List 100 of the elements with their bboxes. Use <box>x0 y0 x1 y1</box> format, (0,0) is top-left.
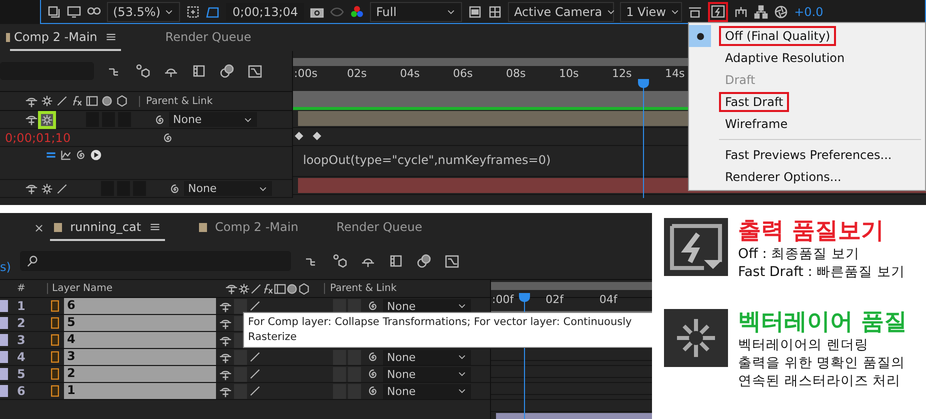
aperture-icon[interactable] <box>774 4 788 18</box>
label-swatch[interactable] <box>0 334 8 346</box>
pick-whip-icon[interactable] <box>367 351 379 363</box>
switch-box[interactable] <box>333 350 346 364</box>
menu-item[interactable]: Off (Final Quality) <box>719 26 836 46</box>
quality-slash-icon[interactable] <box>250 282 262 294</box>
exposure-value[interactable]: +0.0 <box>794 4 824 18</box>
solo-switch-icon[interactable] <box>225 282 238 295</box>
quality-slash-icon[interactable] <box>249 385 261 397</box>
monitor-icon[interactable] <box>67 4 81 18</box>
play-icon[interactable] <box>90 149 102 161</box>
transparency-grid-icon[interactable] <box>488 4 502 18</box>
switch-box[interactable] <box>234 366 247 382</box>
menu-item[interactable]: Adaptive Resolution <box>719 48 851 68</box>
quality-switch[interactable] <box>41 114 53 126</box>
switch-box[interactable] <box>348 350 361 364</box>
switch-box[interactable] <box>348 298 361 314</box>
keyframe-marker[interactable] <box>294 132 304 140</box>
film-icon[interactable] <box>274 282 286 294</box>
graph-icon[interactable] <box>445 254 459 268</box>
panel-tab[interactable]: Render Queue <box>161 24 256 50</box>
graph-icon[interactable] <box>248 64 262 78</box>
layer-name[interactable]: 3 <box>64 349 216 365</box>
parent-dropdown[interactable]: None <box>383 350 471 364</box>
label-swatch[interactable] <box>0 351 8 363</box>
pick-whip-icon[interactable] <box>169 182 181 194</box>
frame-blend-icon[interactable] <box>192 64 206 78</box>
quality-switch-icon[interactable] <box>238 282 250 294</box>
quality-slash-icon[interactable] <box>249 351 261 363</box>
expression-text[interactable]: loopOut(type="cycle",numKeyframes=0) <box>303 153 551 167</box>
view-layout-dropdown[interactable]: 1 View <box>620 2 682 22</box>
quality-slash-icon[interactable] <box>56 182 68 194</box>
layer-name[interactable]: 6 <box>64 298 216 314</box>
pick-whip-icon[interactable] <box>367 368 379 380</box>
quality-slash-icon[interactable] <box>249 368 261 380</box>
parent-dropdown[interactable]: None <box>383 298 471 314</box>
solo-switch-icon[interactable] <box>25 182 38 195</box>
pick-whip-icon[interactable] <box>154 114 166 126</box>
menu-item[interactable]: Renderer Options... <box>719 167 848 187</box>
layer-name[interactable]: 4 <box>64 332 216 348</box>
label-swatch[interactable] <box>0 385 8 397</box>
flowchart-icon[interactable] <box>754 4 768 18</box>
parent-dropdown[interactable]: None <box>184 181 272 196</box>
zoom-dropdown[interactable]: (53.5%) <box>107 2 180 22</box>
switch-box[interactable] <box>333 366 346 382</box>
parent-dropdown[interactable]: None <box>169 112 257 127</box>
toggle-pixel-icon[interactable] <box>688 4 702 18</box>
quality-slash-icon[interactable] <box>249 300 261 312</box>
panel-tab[interactable]: Render Queue <box>332 215 426 241</box>
grid-icon[interactable] <box>186 4 200 18</box>
panel-tab[interactable]: Comp 2 -Main <box>10 24 122 50</box>
pick-whip-icon[interactable] <box>367 385 379 397</box>
switch-box[interactable] <box>234 298 247 314</box>
switch-box[interactable] <box>234 350 247 364</box>
adjustment-icon[interactable] <box>101 95 113 107</box>
menu-item[interactable]: Fast Previews Preferences... <box>719 145 898 165</box>
draft-3d-icon[interactable] <box>333 254 347 268</box>
resolution-dropdown[interactable]: Full <box>370 2 462 22</box>
menu-item[interactable]: Wireframe <box>719 114 794 134</box>
switch-box[interactable] <box>348 366 361 382</box>
panel-tab[interactable]: running_cat <box>50 215 166 241</box>
keyframe-marker[interactable] <box>312 132 322 140</box>
label-swatch[interactable] <box>0 368 8 380</box>
parent-dropdown[interactable]: None <box>383 384 471 398</box>
quality-switch-icon[interactable] <box>41 95 53 107</box>
layer-name[interactable]: 1 <box>64 383 216 399</box>
snapshot-icon[interactable] <box>47 4 61 18</box>
menu-item[interactable]: Fast Draft <box>719 92 790 112</box>
switch-box[interactable] <box>333 384 346 398</box>
region-of-interest-icon[interactable] <box>468 4 482 18</box>
quality-switch[interactable] <box>41 182 53 194</box>
graph-icon[interactable] <box>60 149 72 161</box>
pick-whip-icon[interactable] <box>75 149 87 161</box>
panel-tab[interactable]: Comp 2 -Main <box>195 215 302 241</box>
frame-blend-icon[interactable] <box>389 254 403 268</box>
3d-layer-icon[interactable] <box>298 282 310 294</box>
quality-slash-icon[interactable] <box>56 95 68 107</box>
switch-box[interactable] <box>234 384 247 398</box>
label-swatch[interactable] <box>0 300 8 312</box>
fx-icon[interactable] <box>71 95 83 107</box>
switch-box[interactable] <box>333 298 346 314</box>
pick-whip-icon[interactable] <box>367 300 379 312</box>
fx-icon[interactable] <box>262 282 274 294</box>
timeline-icon[interactable] <box>734 4 748 18</box>
label-swatch[interactable] <box>0 317 8 329</box>
region-icon[interactable] <box>206 4 220 18</box>
layer-name[interactable]: 5 <box>64 315 216 331</box>
parent-dropdown[interactable]: None <box>383 366 471 382</box>
layer-name[interactable]: 2 <box>64 366 216 382</box>
motion-blur-icon[interactable] <box>417 254 431 268</box>
adjustment-icon[interactable] <box>286 282 298 294</box>
camera-dropdown[interactable]: Active Camera <box>508 2 614 22</box>
film-icon[interactable] <box>86 95 98 107</box>
search-field[interactable] <box>20 251 291 271</box>
channel-icon[interactable] <box>350 4 364 18</box>
solo-switch-icon[interactable] <box>25 113 38 126</box>
switch-box[interactable] <box>348 384 361 398</box>
pick-whip-icon[interactable] <box>162 132 174 144</box>
fast-previews-button[interactable] <box>708 2 728 22</box>
motion-blur-icon[interactable] <box>220 64 234 78</box>
